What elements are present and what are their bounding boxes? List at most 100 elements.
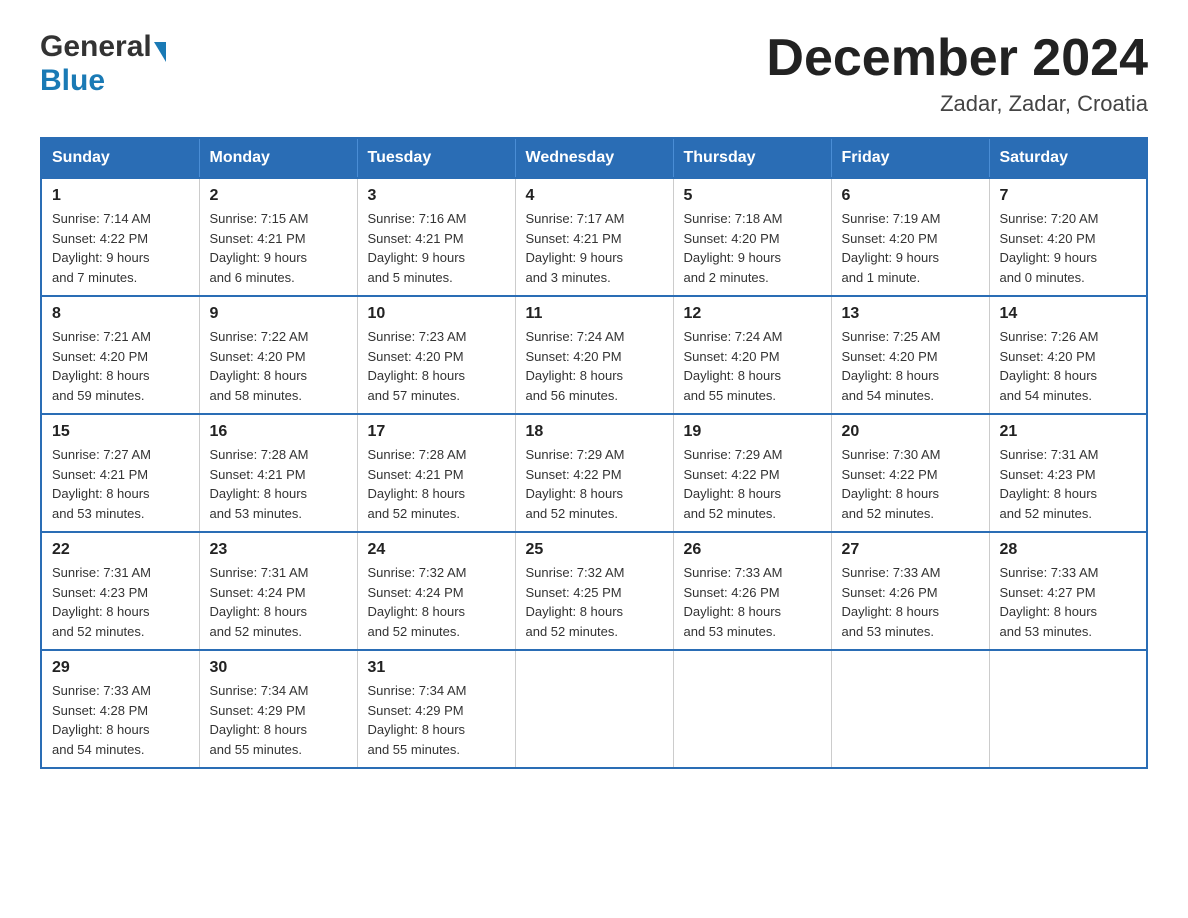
week-row-3: 15 Sunrise: 7:27 AM Sunset: 4:21 PM Dayl… (41, 414, 1147, 532)
calendar-cell: 10 Sunrise: 7:23 AM Sunset: 4:20 PM Dayl… (357, 296, 515, 414)
day-number: 27 (842, 541, 979, 559)
calendar-cell: 20 Sunrise: 7:30 AM Sunset: 4:22 PM Dayl… (831, 414, 989, 532)
calendar-cell: 27 Sunrise: 7:33 AM Sunset: 4:26 PM Dayl… (831, 532, 989, 650)
header-wednesday: Wednesday (515, 138, 673, 178)
day-number: 21 (1000, 423, 1137, 441)
day-info: Sunrise: 7:33 AM Sunset: 4:26 PM Dayligh… (684, 563, 821, 641)
day-info: Sunrise: 7:16 AM Sunset: 4:21 PM Dayligh… (368, 209, 505, 287)
day-number: 7 (1000, 187, 1137, 205)
day-number: 11 (526, 305, 663, 323)
calendar-cell: 26 Sunrise: 7:33 AM Sunset: 4:26 PM Dayl… (673, 532, 831, 650)
day-info: Sunrise: 7:14 AM Sunset: 4:22 PM Dayligh… (52, 209, 189, 287)
calendar-cell: 7 Sunrise: 7:20 AM Sunset: 4:20 PM Dayli… (989, 178, 1147, 296)
day-number: 15 (52, 423, 189, 441)
day-info: Sunrise: 7:32 AM Sunset: 4:24 PM Dayligh… (368, 563, 505, 641)
title-block: December 2024 Zadar, Zadar, Croatia (766, 30, 1148, 117)
calendar-cell: 12 Sunrise: 7:24 AM Sunset: 4:20 PM Dayl… (673, 296, 831, 414)
week-row-2: 8 Sunrise: 7:21 AM Sunset: 4:20 PM Dayli… (41, 296, 1147, 414)
day-info: Sunrise: 7:29 AM Sunset: 4:22 PM Dayligh… (684, 445, 821, 523)
day-number: 31 (368, 659, 505, 677)
week-row-5: 29 Sunrise: 7:33 AM Sunset: 4:28 PM Dayl… (41, 650, 1147, 768)
day-info: Sunrise: 7:32 AM Sunset: 4:25 PM Dayligh… (526, 563, 663, 641)
day-info: Sunrise: 7:22 AM Sunset: 4:20 PM Dayligh… (210, 327, 347, 405)
calendar-cell (989, 650, 1147, 768)
header-tuesday: Tuesday (357, 138, 515, 178)
calendar-cell: 23 Sunrise: 7:31 AM Sunset: 4:24 PM Dayl… (199, 532, 357, 650)
day-number: 30 (210, 659, 347, 677)
header-sunday: Sunday (41, 138, 199, 178)
day-info: Sunrise: 7:28 AM Sunset: 4:21 PM Dayligh… (210, 445, 347, 523)
day-number: 4 (526, 187, 663, 205)
day-info: Sunrise: 7:34 AM Sunset: 4:29 PM Dayligh… (210, 681, 347, 759)
logo-general-text: General (40, 30, 152, 64)
day-number: 14 (1000, 305, 1137, 323)
day-info: Sunrise: 7:29 AM Sunset: 4:22 PM Dayligh… (526, 445, 663, 523)
calendar-cell: 11 Sunrise: 7:24 AM Sunset: 4:20 PM Dayl… (515, 296, 673, 414)
day-number: 28 (1000, 541, 1137, 559)
month-title: December 2024 (766, 30, 1148, 87)
day-info: Sunrise: 7:31 AM Sunset: 4:24 PM Dayligh… (210, 563, 347, 641)
calendar-cell: 19 Sunrise: 7:29 AM Sunset: 4:22 PM Dayl… (673, 414, 831, 532)
calendar-cell: 13 Sunrise: 7:25 AM Sunset: 4:20 PM Dayl… (831, 296, 989, 414)
day-number: 1 (52, 187, 189, 205)
calendar-cell: 22 Sunrise: 7:31 AM Sunset: 4:23 PM Dayl… (41, 532, 199, 650)
calendar-cell: 30 Sunrise: 7:34 AM Sunset: 4:29 PM Dayl… (199, 650, 357, 768)
location-subtitle: Zadar, Zadar, Croatia (766, 91, 1148, 117)
day-number: 24 (368, 541, 505, 559)
day-info: Sunrise: 7:24 AM Sunset: 4:20 PM Dayligh… (684, 327, 821, 405)
calendar-cell: 9 Sunrise: 7:22 AM Sunset: 4:20 PM Dayli… (199, 296, 357, 414)
day-info: Sunrise: 7:17 AM Sunset: 4:21 PM Dayligh… (526, 209, 663, 287)
day-info: Sunrise: 7:23 AM Sunset: 4:20 PM Dayligh… (368, 327, 505, 405)
day-number: 12 (684, 305, 821, 323)
calendar-cell: 16 Sunrise: 7:28 AM Sunset: 4:21 PM Dayl… (199, 414, 357, 532)
calendar-cell: 8 Sunrise: 7:21 AM Sunset: 4:20 PM Dayli… (41, 296, 199, 414)
header-friday: Friday (831, 138, 989, 178)
day-info: Sunrise: 7:26 AM Sunset: 4:20 PM Dayligh… (1000, 327, 1137, 405)
day-number: 10 (368, 305, 505, 323)
page-header: General Blue December 2024 Zadar, Zadar,… (40, 30, 1148, 117)
day-info: Sunrise: 7:24 AM Sunset: 4:20 PM Dayligh… (526, 327, 663, 405)
calendar-cell (515, 650, 673, 768)
calendar-cell: 17 Sunrise: 7:28 AM Sunset: 4:21 PM Dayl… (357, 414, 515, 532)
logo-blue-text: Blue (40, 64, 105, 97)
week-row-1: 1 Sunrise: 7:14 AM Sunset: 4:22 PM Dayli… (41, 178, 1147, 296)
calendar-cell: 15 Sunrise: 7:27 AM Sunset: 4:21 PM Dayl… (41, 414, 199, 532)
day-info: Sunrise: 7:33 AM Sunset: 4:26 PM Dayligh… (842, 563, 979, 641)
day-number: 6 (842, 187, 979, 205)
day-number: 3 (368, 187, 505, 205)
day-info: Sunrise: 7:15 AM Sunset: 4:21 PM Dayligh… (210, 209, 347, 287)
day-info: Sunrise: 7:31 AM Sunset: 4:23 PM Dayligh… (1000, 445, 1137, 523)
calendar-cell: 3 Sunrise: 7:16 AM Sunset: 4:21 PM Dayli… (357, 178, 515, 296)
day-number: 13 (842, 305, 979, 323)
day-info: Sunrise: 7:18 AM Sunset: 4:20 PM Dayligh… (684, 209, 821, 287)
day-info: Sunrise: 7:27 AM Sunset: 4:21 PM Dayligh… (52, 445, 189, 523)
calendar-header-row: SundayMondayTuesdayWednesdayThursdayFrid… (41, 138, 1147, 178)
day-info: Sunrise: 7:30 AM Sunset: 4:22 PM Dayligh… (842, 445, 979, 523)
calendar-table: SundayMondayTuesdayWednesdayThursdayFrid… (40, 137, 1148, 769)
day-info: Sunrise: 7:34 AM Sunset: 4:29 PM Dayligh… (368, 681, 505, 759)
logo: General Blue (40, 30, 166, 98)
week-row-4: 22 Sunrise: 7:31 AM Sunset: 4:23 PM Dayl… (41, 532, 1147, 650)
day-info: Sunrise: 7:31 AM Sunset: 4:23 PM Dayligh… (52, 563, 189, 641)
day-number: 8 (52, 305, 189, 323)
day-number: 29 (52, 659, 189, 677)
day-number: 17 (368, 423, 505, 441)
calendar-cell: 28 Sunrise: 7:33 AM Sunset: 4:27 PM Dayl… (989, 532, 1147, 650)
calendar-cell: 6 Sunrise: 7:19 AM Sunset: 4:20 PM Dayli… (831, 178, 989, 296)
day-number: 5 (684, 187, 821, 205)
day-number: 26 (684, 541, 821, 559)
day-number: 2 (210, 187, 347, 205)
header-thursday: Thursday (673, 138, 831, 178)
calendar-cell: 29 Sunrise: 7:33 AM Sunset: 4:28 PM Dayl… (41, 650, 199, 768)
calendar-cell: 24 Sunrise: 7:32 AM Sunset: 4:24 PM Dayl… (357, 532, 515, 650)
calendar-cell: 25 Sunrise: 7:32 AM Sunset: 4:25 PM Dayl… (515, 532, 673, 650)
calendar-cell: 4 Sunrise: 7:17 AM Sunset: 4:21 PM Dayli… (515, 178, 673, 296)
calendar-cell: 1 Sunrise: 7:14 AM Sunset: 4:22 PM Dayli… (41, 178, 199, 296)
header-monday: Monday (199, 138, 357, 178)
header-saturday: Saturday (989, 138, 1147, 178)
calendar-cell: 14 Sunrise: 7:26 AM Sunset: 4:20 PM Dayl… (989, 296, 1147, 414)
calendar-cell: 31 Sunrise: 7:34 AM Sunset: 4:29 PM Dayl… (357, 650, 515, 768)
day-number: 19 (684, 423, 821, 441)
calendar-cell (831, 650, 989, 768)
day-info: Sunrise: 7:25 AM Sunset: 4:20 PM Dayligh… (842, 327, 979, 405)
